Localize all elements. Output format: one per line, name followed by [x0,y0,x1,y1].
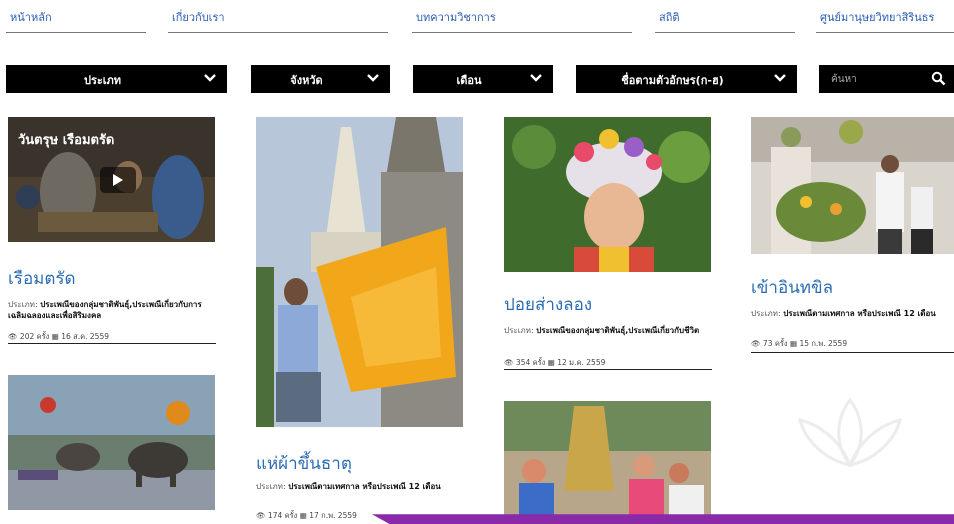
calendar-icon: ▦ [547,358,555,367]
view-count: 354 [515,358,531,367]
search-input[interactable]: ค้นหา [819,65,954,93]
nav-home[interactable]: หน้าหลัก [6,7,146,33]
search-icon[interactable] [931,71,946,86]
calendar-icon: ▦ [299,511,307,520]
alphabet-filter-label: ชื่อตามตัวอักษร(ก-ฮ) [621,74,724,87]
category-value[interactable]: ประเพณีของกลุ่มชาติพันธุ์,ประเพณีเกี่ยวก… [536,326,699,335]
card-divider [8,343,216,344]
category-value[interactable]: ประเพณีตามเทศกาล หรือประเพณี 12 เดือน [783,309,936,318]
card-image[interactable] [504,117,711,272]
province-filter-select[interactable]: จังหวัด [251,65,390,93]
calendar-icon: ▦ [789,339,798,348]
eye-icon: 👁 [504,358,514,367]
card-image[interactable] [8,375,215,510]
category-label: ประเภท: [8,300,38,309]
card-stats: 👁 354 ครั้ง ▦ 12 ม.ค. 2559 [504,357,605,369]
top-navigation: หน้าหลัก เกี่ยวกับเรา บทความวิชาการ สถิต… [0,0,954,40]
chevron-down-icon [774,74,786,82]
card-image[interactable] [504,401,711,516]
eye-icon: 👁 [751,339,761,348]
category-value[interactable]: ประเพณีของกลุ่มชาติพันธุ์,ประเพณีเกี่ยวก… [8,300,202,320]
view-unit: ครั้ง [284,511,298,520]
month-filter-label: เดือน [456,74,482,87]
category-label: ประเภท: [751,309,781,318]
poy-sang-long-image [504,117,711,272]
post-date: 15 ก.พ. 2559 [799,339,848,348]
card-stats: 👁 73 ครั้ง ▦ 15 ก.พ. 2559 [751,338,847,350]
elephant-river-image [8,375,215,510]
card-image[interactable] [751,117,954,254]
view-count: 202 [19,332,35,341]
type-filter-label: ประเภท [83,74,122,87]
nav-stats-label: สถิติ [659,11,680,24]
card-title[interactable]: ปอยส่างลอง [504,291,592,318]
play-icon [113,174,123,186]
stupa-cloth-image [256,117,463,427]
type-filter-select[interactable]: ประเภท [6,65,227,93]
view-unit: ครั้ง [36,332,50,341]
nav-articles[interactable]: บทความวิชาการ [412,7,632,33]
parade-crowd-image [504,401,711,516]
card-divider [504,369,712,370]
view-count: 73 [762,339,773,348]
nav-stats[interactable]: สถิติ [655,7,795,33]
nav-articles-label: บทความวิชาการ [416,11,496,24]
eye-icon: 👁 [8,332,18,341]
video-thumbnail[interactable]: วันตรุษ เรือมตรัด [8,117,215,242]
card-category: ประเภท: ประเพณีของกลุ่มชาติพันธุ์,ประเพณ… [8,299,216,321]
nav-center-label: ศูนย์มานุษยวิทยาสิรินธร [820,11,935,24]
card-category: ประเภท: ประเพณีตามเทศกาล หรือประเพณี 12 … [751,308,954,319]
card-image[interactable] [256,117,463,427]
card-title[interactable]: แห่ผ้าขึ้นธาตุ [256,450,352,477]
card-category: ประเภท: ประเพณีของกลุ่มชาติพันธุ์,ประเพณ… [504,325,712,336]
nav-home-label: หน้าหลัก [10,11,52,24]
card-category: ประเภท: ประเพณีตามเทศกาล หรือประเพณี 12 … [256,481,464,492]
search-placeholder: ค้นหา [831,74,857,85]
province-filter-label: จังหวัด [290,74,323,87]
month-filter-select[interactable]: เดือน [413,65,553,93]
chevron-down-icon [204,74,216,82]
post-date: 12 ม.ค. 2559 [557,358,606,367]
category-label: ประเภท: [504,326,534,335]
chevron-down-icon [367,74,379,82]
post-date: 17 ก.พ. 2559 [309,511,357,520]
view-unit: ครั้ง [532,358,546,367]
post-date: 16 ส.ค. 2559 [61,332,109,341]
eye-icon: 👁 [256,511,266,520]
inthakin-image [751,117,954,254]
calendar-icon: ▦ [51,332,59,341]
nav-center[interactable]: ศูนย์มานุษยวิทยาสิรินธร [816,7,954,33]
card-stats: 👁 174 ครั้ง ▦ 17 ก.พ. 2559 [256,510,357,522]
view-count: 174 [267,511,283,520]
card-stats: 👁 202 ครั้ง ▦ 16 ส.ค. 2559 [8,331,109,343]
card-title[interactable]: เข้าอินทขิล [751,274,833,301]
chevron-down-icon [530,74,542,82]
nav-about[interactable]: เกี่ยวกับเรา [168,7,388,33]
lotus-watermark-icon [797,397,903,468]
video-title: วันตรุษ เรือมตรัด [18,133,115,148]
play-button[interactable] [100,167,136,193]
card-title[interactable]: เรือมตรัด [8,265,76,292]
nav-about-label: เกี่ยวกับเรา [172,11,225,24]
category-value[interactable]: ประเพณีตามเทศกาล หรือประเพณี 12 เดือน [288,482,441,491]
view-unit: ครั้ง [774,339,788,348]
card-divider [751,352,954,353]
alphabet-filter-select[interactable]: ชื่อตามตัวอักษร(ก-ฮ) [576,65,797,93]
category-label: ประเภท: [256,482,286,491]
